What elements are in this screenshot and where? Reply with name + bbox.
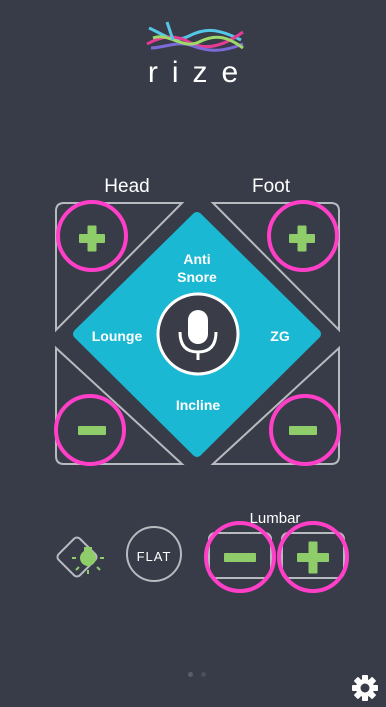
incline-label[interactable]: Incline bbox=[150, 396, 246, 414]
foot-raise-button[interactable] bbox=[264, 200, 344, 275]
head-lower-button[interactable] bbox=[52, 395, 132, 470]
page-dot[interactable] bbox=[201, 672, 206, 677]
foot-lower-button[interactable] bbox=[264, 395, 344, 470]
flat-label: FLAT bbox=[136, 549, 172, 564]
head-raise-button[interactable] bbox=[52, 200, 132, 275]
lumbar-minus-icon bbox=[224, 553, 256, 562]
page-indicator bbox=[183, 672, 213, 680]
head-label: Head bbox=[104, 176, 150, 197]
foot-label: Foot bbox=[251, 176, 291, 197]
rize-wave-logo bbox=[146, 21, 244, 52]
lumbar-plus-icon bbox=[297, 541, 329, 574]
gear-icon[interactable] bbox=[350, 673, 380, 703]
lounge-label[interactable]: Lounge bbox=[82, 327, 152, 345]
brand-wordmark: rize bbox=[147, 56, 253, 89]
page-dot[interactable] bbox=[188, 672, 193, 677]
anti-snore-label[interactable]: Anti Snore bbox=[157, 250, 237, 286]
lightbulb-icon bbox=[72, 547, 104, 574]
zg-label[interactable]: ZG bbox=[255, 327, 305, 345]
